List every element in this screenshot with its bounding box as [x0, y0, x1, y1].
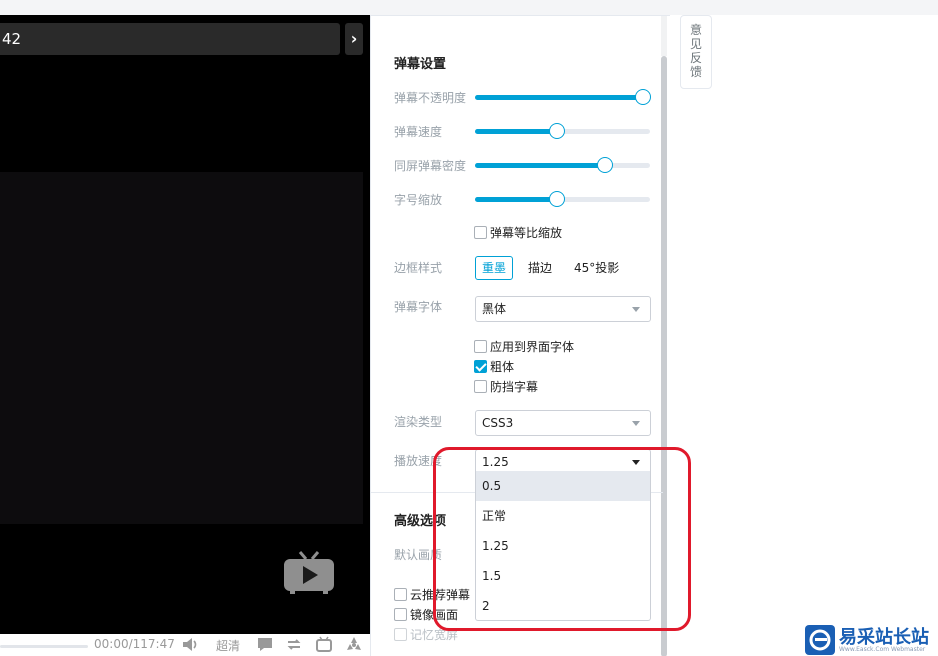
top-strip: [0, 0, 938, 15]
checkbox-box[interactable]: [474, 340, 487, 353]
player-control-bar: 00:00/117:47 超清: [0, 634, 370, 656]
feedback-char: 见: [689, 37, 702, 51]
slider-thumb[interactable]: [635, 89, 651, 105]
slider-thumb[interactable]: [549, 123, 566, 139]
checkbox-label: 镜像画面: [410, 608, 459, 622]
render-type-select[interactable]: CSS3: [475, 410, 651, 436]
danmaku-settings-title: 弹幕设置: [394, 57, 447, 72]
time-display: 00:00/117:47: [94, 637, 175, 651]
checkbox-box[interactable]: [394, 608, 407, 621]
checkbox-label: 应用到界面字体: [490, 340, 575, 354]
proportional-scale-checkbox[interactable]: 弹幕等比缩放: [474, 224, 562, 240]
bold-checkbox[interactable]: 粗体: [474, 358, 514, 374]
checkbox-label: 云推荐弹幕: [410, 588, 471, 602]
slider-density[interactable]: [475, 157, 650, 173]
feedback-button[interactable]: 意 见 反 馈: [680, 15, 712, 89]
slider-thumb[interactable]: [549, 191, 566, 207]
watermark-subtitle: Www.Easck.Com Webmaster: [839, 646, 926, 653]
scrollbar-track: [661, 16, 667, 56]
speed-option-1-5[interactable]: 1.5: [476, 561, 650, 591]
settings-scrollbar[interactable]: [661, 56, 667, 656]
speed-option-2[interactable]: 2: [476, 591, 650, 621]
advanced-options-title: 高级选项: [394, 514, 447, 529]
site-watermark: 易采站长站 Www.Easck.Com Webmaster: [803, 623, 938, 656]
border-style-label: 边框样式: [394, 261, 443, 275]
speed-option-normal[interactable]: 正常: [476, 501, 650, 531]
render-type-label: 渲染类型: [394, 415, 443, 429]
quality-button[interactable]: 超清: [216, 637, 240, 654]
bilibili-tv-icon[interactable]: [315, 636, 333, 653]
slider-label-density: 同屏弹幕密度: [394, 159, 467, 173]
feedback-char: 馈: [689, 65, 702, 79]
checkbox-label: 弹幕等比缩放: [490, 226, 563, 240]
apply-ui-font-checkbox[interactable]: 应用到界面字体: [474, 338, 574, 354]
font-select[interactable]: 黑体: [475, 296, 651, 322]
slider-fill: [475, 197, 558, 202]
checkbox-label: 防挡字幕: [490, 380, 539, 394]
chevron-down-icon: [632, 307, 640, 312]
checkbox-box[interactable]: [394, 628, 407, 641]
speed-option-1-25[interactable]: 1.25: [476, 531, 650, 561]
border-style-option-heavy[interactable]: 重墨: [475, 256, 514, 280]
checkbox-box-checked[interactable]: [474, 360, 487, 373]
danmaku-toggle-icon[interactable]: [256, 636, 274, 653]
video-player[interactable]: 42 › 00:00/117:47 超清: [0, 15, 370, 656]
checkbox-box[interactable]: [474, 380, 487, 393]
progress-bar[interactable]: [0, 645, 88, 648]
default-quality-label: 默认画质: [394, 548, 443, 562]
mirror-screen-checkbox[interactable]: 镜像画面: [394, 606, 458, 622]
slider-thumb[interactable]: [596, 157, 613, 173]
checkbox-box[interactable]: [474, 226, 487, 239]
tv-logo-icon: [284, 551, 334, 594]
video-title-bar: 42: [0, 23, 340, 55]
cloud-recommend-danmaku-checkbox[interactable]: 云推荐弹幕: [394, 586, 470, 602]
volume-icon[interactable]: [181, 636, 199, 653]
slider-speed[interactable]: [475, 123, 650, 139]
playback-speed-value: 1.25: [482, 455, 509, 469]
feedback-char: 意: [689, 23, 702, 37]
slider-fill: [475, 129, 558, 134]
checkbox-label: 粗体: [490, 360, 515, 374]
prevent-subtitle-block-checkbox[interactable]: 防挡字幕: [474, 378, 538, 394]
page-root: 42 › 00:00/117:47 超清 弹幕设置 弹幕不透明度 弹幕速度 同屏…: [0, 0, 938, 656]
next-episode-button[interactable]: ›: [345, 23, 363, 55]
loop-icon[interactable]: [285, 636, 303, 653]
border-style-option-shadow[interactable]: 45°投影: [568, 257, 625, 281]
playback-speed-label: 播放速度: [394, 454, 443, 468]
chevron-down-icon: [632, 460, 640, 465]
slider-font-scale[interactable]: [475, 191, 650, 207]
speed-option-0-5[interactable]: 0.5: [476, 471, 650, 501]
slider-opacity[interactable]: [475, 89, 651, 105]
playback-speed-dropdown: 0.5 正常 1.25 1.5 2: [475, 471, 651, 621]
font-label: 弹幕字体: [394, 300, 443, 314]
watermark-logo-icon: [805, 625, 835, 655]
slider-label-font-scale: 字号缩放: [394, 193, 443, 207]
remember-widescreen-checkbox[interactable]: 记忆宽屏: [394, 626, 458, 642]
time-total: 117:47: [132, 637, 175, 651]
video-canvas[interactable]: [0, 172, 363, 524]
feedback-char: 反: [689, 51, 702, 65]
slider-label-speed: 弹幕速度: [394, 125, 443, 139]
chevron-down-icon: [632, 421, 640, 426]
slider-fill: [475, 163, 605, 168]
font-select-value: 黑体: [482, 302, 507, 316]
slider-fill: [475, 95, 643, 100]
time-current: 00:00: [94, 637, 129, 651]
checkbox-box[interactable]: [394, 588, 407, 601]
checkbox-label: 记忆宽屏: [410, 628, 459, 642]
slider-label-opacity: 弹幕不透明度: [394, 91, 467, 105]
border-style-option-stroke[interactable]: 描边: [522, 257, 558, 281]
render-type-value: CSS3: [482, 416, 514, 430]
radiation-icon[interactable]: [345, 636, 363, 653]
